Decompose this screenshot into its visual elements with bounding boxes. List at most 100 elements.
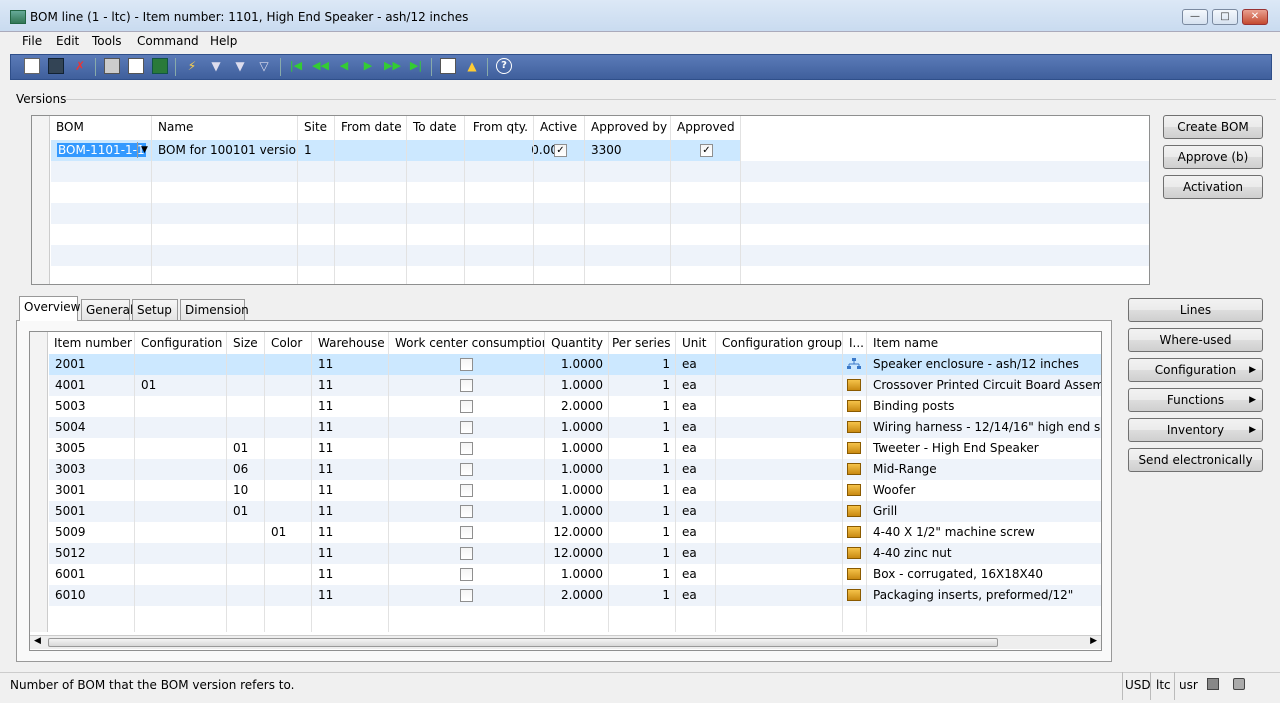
configuration-cell[interactable] [137,501,227,522]
warehouse-cell[interactable]: 11 [314,375,389,396]
work-center-consumption-checkbox[interactable] [460,358,473,371]
version-from-date[interactable] [337,140,407,161]
send-electronically-button[interactable]: Send electronically [1128,448,1263,472]
color-cell[interactable] [267,480,311,501]
configuration-cell[interactable] [137,480,227,501]
warehouse-cell[interactable]: 11 [314,459,389,480]
quantity-cell[interactable]: 1.0000 [545,501,607,522]
column-header-warehouse[interactable]: Warehouse [314,332,389,354]
warehouse-cell[interactable]: 11 [314,417,389,438]
version-approved-by[interactable]: 3300 [587,140,671,161]
chevron-down-icon[interactable]: ▼ [137,142,151,158]
where-used-button[interactable]: Where-used [1128,328,1263,352]
column-header-approved[interactable]: Approved [673,116,741,138]
configuration-cell[interactable] [137,585,227,606]
menu-command[interactable]: Command [137,34,199,48]
column-header-item-name[interactable]: Item name [869,332,1099,354]
approve-button[interactable]: Approve (b) [1163,145,1263,169]
per-series-cell[interactable]: 1 [608,396,674,417]
item-number-cell[interactable]: 3005 [51,438,135,459]
item-number-cell[interactable]: 5012 [51,543,135,564]
item-number-cell[interactable]: 5004 [51,417,135,438]
version-site[interactable]: 1 [300,140,334,161]
item-name-cell[interactable]: Box - corrugated, 16X18X40 [869,564,1101,585]
scroll-right-icon[interactable]: ▶ [1090,636,1097,646]
scroll-left-icon[interactable]: ◀ [34,636,41,646]
column-header-item-type[interactable]: I... [845,332,867,354]
column-header-from-date[interactable]: From date [337,116,407,138]
item-number-cell[interactable]: 4001 [51,375,135,396]
unit-cell[interactable]: ea [678,543,716,564]
quantity-cell[interactable]: 2.0000 [545,585,607,606]
configuration-cell[interactable] [137,459,227,480]
size-cell[interactable] [229,354,265,375]
next-page-icon[interactable]: ▶▶ [384,58,401,74]
configuration-group-cell[interactable] [718,501,842,522]
print-icon[interactable] [104,58,120,74]
horizontal-scrollbar[interactable]: ◀ ▶ [30,635,1101,649]
configuration-group-cell[interactable] [718,417,842,438]
configuration-cell[interactable] [137,564,227,585]
quantity-cell[interactable]: 1.0000 [545,438,607,459]
work-center-consumption-checkbox[interactable] [460,421,473,434]
remove-filter-icon[interactable]: ▽ [256,58,272,74]
work-center-consumption-checkbox[interactable] [460,379,473,392]
item-number-cell[interactable]: 3001 [51,480,135,501]
per-series-cell[interactable]: 1 [608,375,674,396]
version-name[interactable]: BOM for 100101 version 1 [154,140,296,161]
configuration-cell[interactable] [137,396,227,417]
column-header-site[interactable]: Site [300,116,334,138]
table-row[interactable]: 6001 11 1.0000 1 ea Box - corrugated, 16X18X4… [49,564,1101,585]
version-to-date[interactable] [409,140,465,161]
item-number-cell[interactable]: 5003 [51,396,135,417]
warehouse-cell[interactable]: 11 [314,522,389,543]
item-name-cell[interactable]: Crossover Printed Circuit Board Assembly [869,375,1101,396]
save-icon[interactable] [48,58,64,74]
warehouse-cell[interactable]: 11 [314,543,389,564]
unit-cell[interactable]: ea [678,375,716,396]
tab-setup[interactable]: Setup [132,299,178,320]
item-number-cell[interactable]: 6010 [51,585,135,606]
work-center-consumption-checkbox[interactable] [460,547,473,560]
column-header-color[interactable]: Color [267,332,311,354]
table-row[interactable]: 3005 01 11 1.0000 1 ea Tweeter - High End Spea… [49,438,1101,459]
version-from-qty[interactable]: 0.00 [466,140,562,161]
column-header-quantity[interactable]: Quantity [545,332,607,354]
status-currency[interactable]: USD [1125,678,1151,692]
color-cell[interactable] [267,501,311,522]
configuration-group-cell[interactable] [718,354,842,375]
database-icon[interactable] [1233,678,1245,690]
item-number-cell[interactable]: 3003 [51,459,135,480]
status-user[interactable]: usr [1179,678,1198,692]
size-cell[interactable]: 01 [229,501,265,522]
filter-by-selection-icon[interactable]: ⚡ [184,58,200,74]
warehouse-cell[interactable]: 11 [314,501,389,522]
work-center-consumption-checkbox[interactable] [460,484,473,497]
help-icon[interactable]: ? [496,58,512,74]
size-cell[interactable]: 10 [229,480,265,501]
unit-cell[interactable]: ea [678,354,716,375]
work-center-consumption-checkbox[interactable] [460,400,473,413]
per-series-cell[interactable]: 1 [608,438,674,459]
item-name-cell[interactable]: Binding posts [869,396,1101,417]
size-cell[interactable] [229,585,265,606]
configuration-cell[interactable] [137,438,227,459]
previous-page-icon[interactable]: ◀◀ [312,58,329,74]
color-cell[interactable] [267,354,311,375]
bom-value[interactable]: BOM-1101-1-1 [57,143,146,157]
size-cell[interactable]: 01 [229,438,265,459]
color-cell[interactable] [267,438,311,459]
color-cell[interactable] [267,396,311,417]
bom-select[interactable]: BOM-1101-1-1 ▼ [53,140,151,161]
item-name-cell[interactable]: Grill [869,501,1101,522]
new-icon[interactable] [24,58,40,74]
quantity-cell[interactable]: 1.0000 [545,417,607,438]
item-name-cell[interactable]: Wiring harness - 12/14/16" high end spea… [869,417,1101,438]
close-button[interactable]: ✕ [1242,9,1268,25]
item-name-cell[interactable]: Speaker enclosure - ash/12 inches [869,354,1101,375]
inventory-button[interactable]: Inventory ▶ [1128,418,1263,442]
size-cell[interactable] [229,543,265,564]
warehouse-cell[interactable]: 11 [314,585,389,606]
status-company[interactable]: ltc [1156,678,1171,692]
column-header-name[interactable]: Name [154,116,294,138]
